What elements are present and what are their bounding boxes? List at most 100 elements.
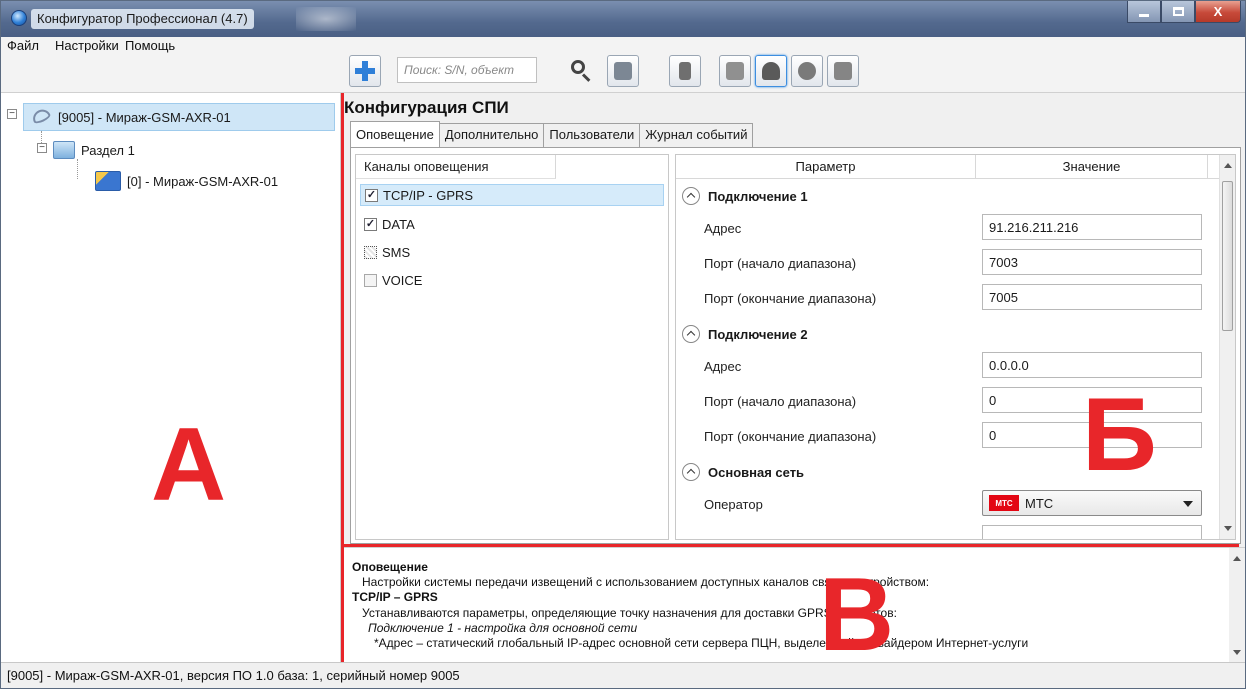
scroll-down-icon[interactable] — [1224, 526, 1232, 531]
checkbox-data[interactable]: ✓ — [364, 217, 377, 231]
app-icon — [11, 10, 27, 26]
operator-select[interactable]: МТС МТС — [982, 490, 1202, 516]
address-field-2[interactable]: 0.0.0.0 — [982, 352, 1202, 378]
tree-item-root-label: [9005] - Мираж-GSM-AXR-01 — [58, 109, 231, 125]
group-connection-2[interactable]: Подключение 2 — [682, 325, 808, 343]
modem-icon — [834, 62, 852, 80]
wifi-button[interactable] — [755, 55, 787, 87]
column-header-value[interactable]: Значение — [976, 155, 1208, 179]
ethernet-button[interactable] — [719, 55, 751, 87]
folder-icon — [53, 141, 75, 159]
minimize-button[interactable] — [1127, 1, 1161, 23]
port-end-field-1[interactable]: 7005 — [982, 284, 1202, 310]
tree-expander-root[interactable]: − — [7, 109, 23, 119]
menu-help[interactable]: Помощь — [125, 38, 175, 53]
help-subheading: TCP/IP – GPRS — [352, 590, 438, 604]
help-text: *Адрес – статический глобальный IP-адрес… — [374, 636, 1029, 650]
tree-item-section[interactable]: Раздел 1 — [53, 139, 135, 161]
operator-value: МТС — [1025, 495, 1054, 511]
scroll-down-icon[interactable] — [1233, 650, 1241, 655]
checkbox-sms[interactable] — [364, 245, 377, 259]
satellite-icon — [30, 106, 52, 126]
menu-file[interactable]: Файл — [7, 38, 39, 53]
menu-settings[interactable]: Настройки — [55, 38, 119, 53]
param-label: Порт (окончание диапазона) — [704, 291, 877, 306]
scroll-thumb[interactable] — [1222, 181, 1233, 331]
group-title: Основная сеть — [708, 464, 805, 480]
port-start-field-1[interactable]: 7003 — [982, 249, 1202, 275]
next-field-partial[interactable] — [982, 525, 1202, 539]
user-computer-icon — [614, 62, 632, 80]
scroll-up-icon[interactable] — [1224, 163, 1232, 168]
channel-label: TCP/IP - GPRS — [383, 187, 474, 203]
group-title: Подключение 1 — [708, 188, 808, 204]
scroll-up-icon[interactable] — [1233, 556, 1241, 561]
search-icon[interactable] — [569, 59, 593, 83]
annotation-a: А — [151, 407, 227, 523]
tab-additional[interactable]: Дополнительно — [438, 123, 545, 147]
modem-button[interactable] — [827, 55, 859, 87]
search-input[interactable]: Поиск: S/N, объект — [397, 57, 537, 83]
param-label: Порт (окончание диапазона) — [704, 429, 877, 444]
wifi-icon — [762, 62, 780, 80]
channel-tcpip-gprs[interactable]: ✓ TCP/IP - GPRS — [360, 184, 664, 206]
help-heading: Оповещение — [352, 560, 428, 574]
chevron-down-icon — [1183, 501, 1193, 507]
status-bar: [9005] - Мираж-GSM-AXR-01, версия ПО 1.0… — [1, 662, 1245, 688]
collapse-icon[interactable] — [682, 325, 700, 343]
tree-expander-section[interactable]: − — [37, 143, 53, 153]
channels-list: Каналы оповещения ✓ TCP/IP - GPRS ✓ DATA… — [355, 154, 669, 540]
channel-label: DATA — [382, 216, 415, 232]
title-bar[interactable]: Конфигуратор Профессионал (4.7) X — [1, 1, 1245, 37]
checkbox-voice[interactable] — [364, 273, 377, 287]
close-button[interactable]: X — [1195, 1, 1241, 23]
parameters-header: Параметр Значение — [676, 155, 1221, 179]
usb-icon — [679, 62, 691, 80]
checkbox-tcpip-gprs[interactable]: ✓ — [365, 188, 378, 202]
usb-button[interactable] — [669, 55, 701, 87]
maximize-button[interactable] — [1161, 1, 1195, 23]
channels-header: Каналы оповещения — [356, 155, 556, 179]
parameters-scrollbar[interactable] — [1219, 155, 1235, 539]
param-label: Оператор — [704, 497, 763, 512]
tab-strip: Оповещение Дополнительно Пользователи Жу… — [350, 121, 754, 147]
minimize-icon — [1139, 14, 1149, 17]
globe-button[interactable] — [791, 55, 823, 87]
tab-users[interactable]: Пользователи — [543, 123, 641, 147]
collapse-icon[interactable] — [682, 463, 700, 481]
tree-item-root[interactable]: [9005] - Мираж-GSM-AXR-01 — [23, 103, 335, 131]
channel-sms[interactable]: SMS — [364, 241, 410, 263]
add-icon — [355, 61, 375, 81]
tab-notifications[interactable]: Оповещение — [350, 121, 440, 147]
group-title: Подключение 2 — [708, 326, 808, 342]
help-scrollbar[interactable] — [1229, 548, 1245, 662]
param-label: Адрес — [704, 221, 742, 236]
channel-data[interactable]: ✓ DATA — [364, 213, 415, 235]
add-button[interactable] — [349, 55, 381, 87]
menu-bar: Файл Настройки Помощь — [1, 37, 341, 93]
page-title: Конфигурация СПИ — [344, 98, 509, 117]
param-label: Адрес — [704, 359, 742, 374]
help-panel: Оповещение Настройки системы передачи из… — [344, 547, 1245, 662]
maximize-icon — [1172, 7, 1184, 16]
group-connection-1[interactable]: Подключение 1 — [682, 187, 808, 205]
window-title: Конфигуратор Профессионал (4.7) — [31, 9, 254, 29]
application-window: Конфигуратор Профессионал (4.7) X Файл Н… — [0, 0, 1246, 689]
collapse-icon[interactable] — [682, 187, 700, 205]
window-controls: X — [1127, 1, 1241, 23]
tree-item-section-label: Раздел 1 — [81, 142, 135, 158]
param-label: Порт (начало диапазона) — [704, 256, 857, 271]
channel-voice[interactable]: VOICE — [364, 269, 422, 291]
configuration-panel: Конфигурация СПИ Оповещение Дополнительн… — [344, 93, 1245, 544]
user-computer-button[interactable] — [607, 55, 639, 87]
tab-event-log[interactable]: Журнал событий — [639, 123, 754, 147]
annotation-c: В — [819, 557, 895, 662]
globe-icon — [798, 62, 816, 80]
column-header-parameter[interactable]: Параметр — [676, 155, 976, 179]
tree-item-device[interactable]: [0] - Мираж-GSM-AXR-01 — [95, 169, 278, 193]
mts-logo-icon: МТС — [989, 495, 1019, 511]
address-field-1[interactable]: 91.216.211.216 — [982, 214, 1202, 240]
channel-label: SMS — [382, 244, 411, 260]
device-tree-panel: − [9005] - Мираж-GSM-AXR-01 − Раздел 1 [… — [1, 93, 341, 662]
group-main-network[interactable]: Основная сеть — [682, 463, 804, 481]
